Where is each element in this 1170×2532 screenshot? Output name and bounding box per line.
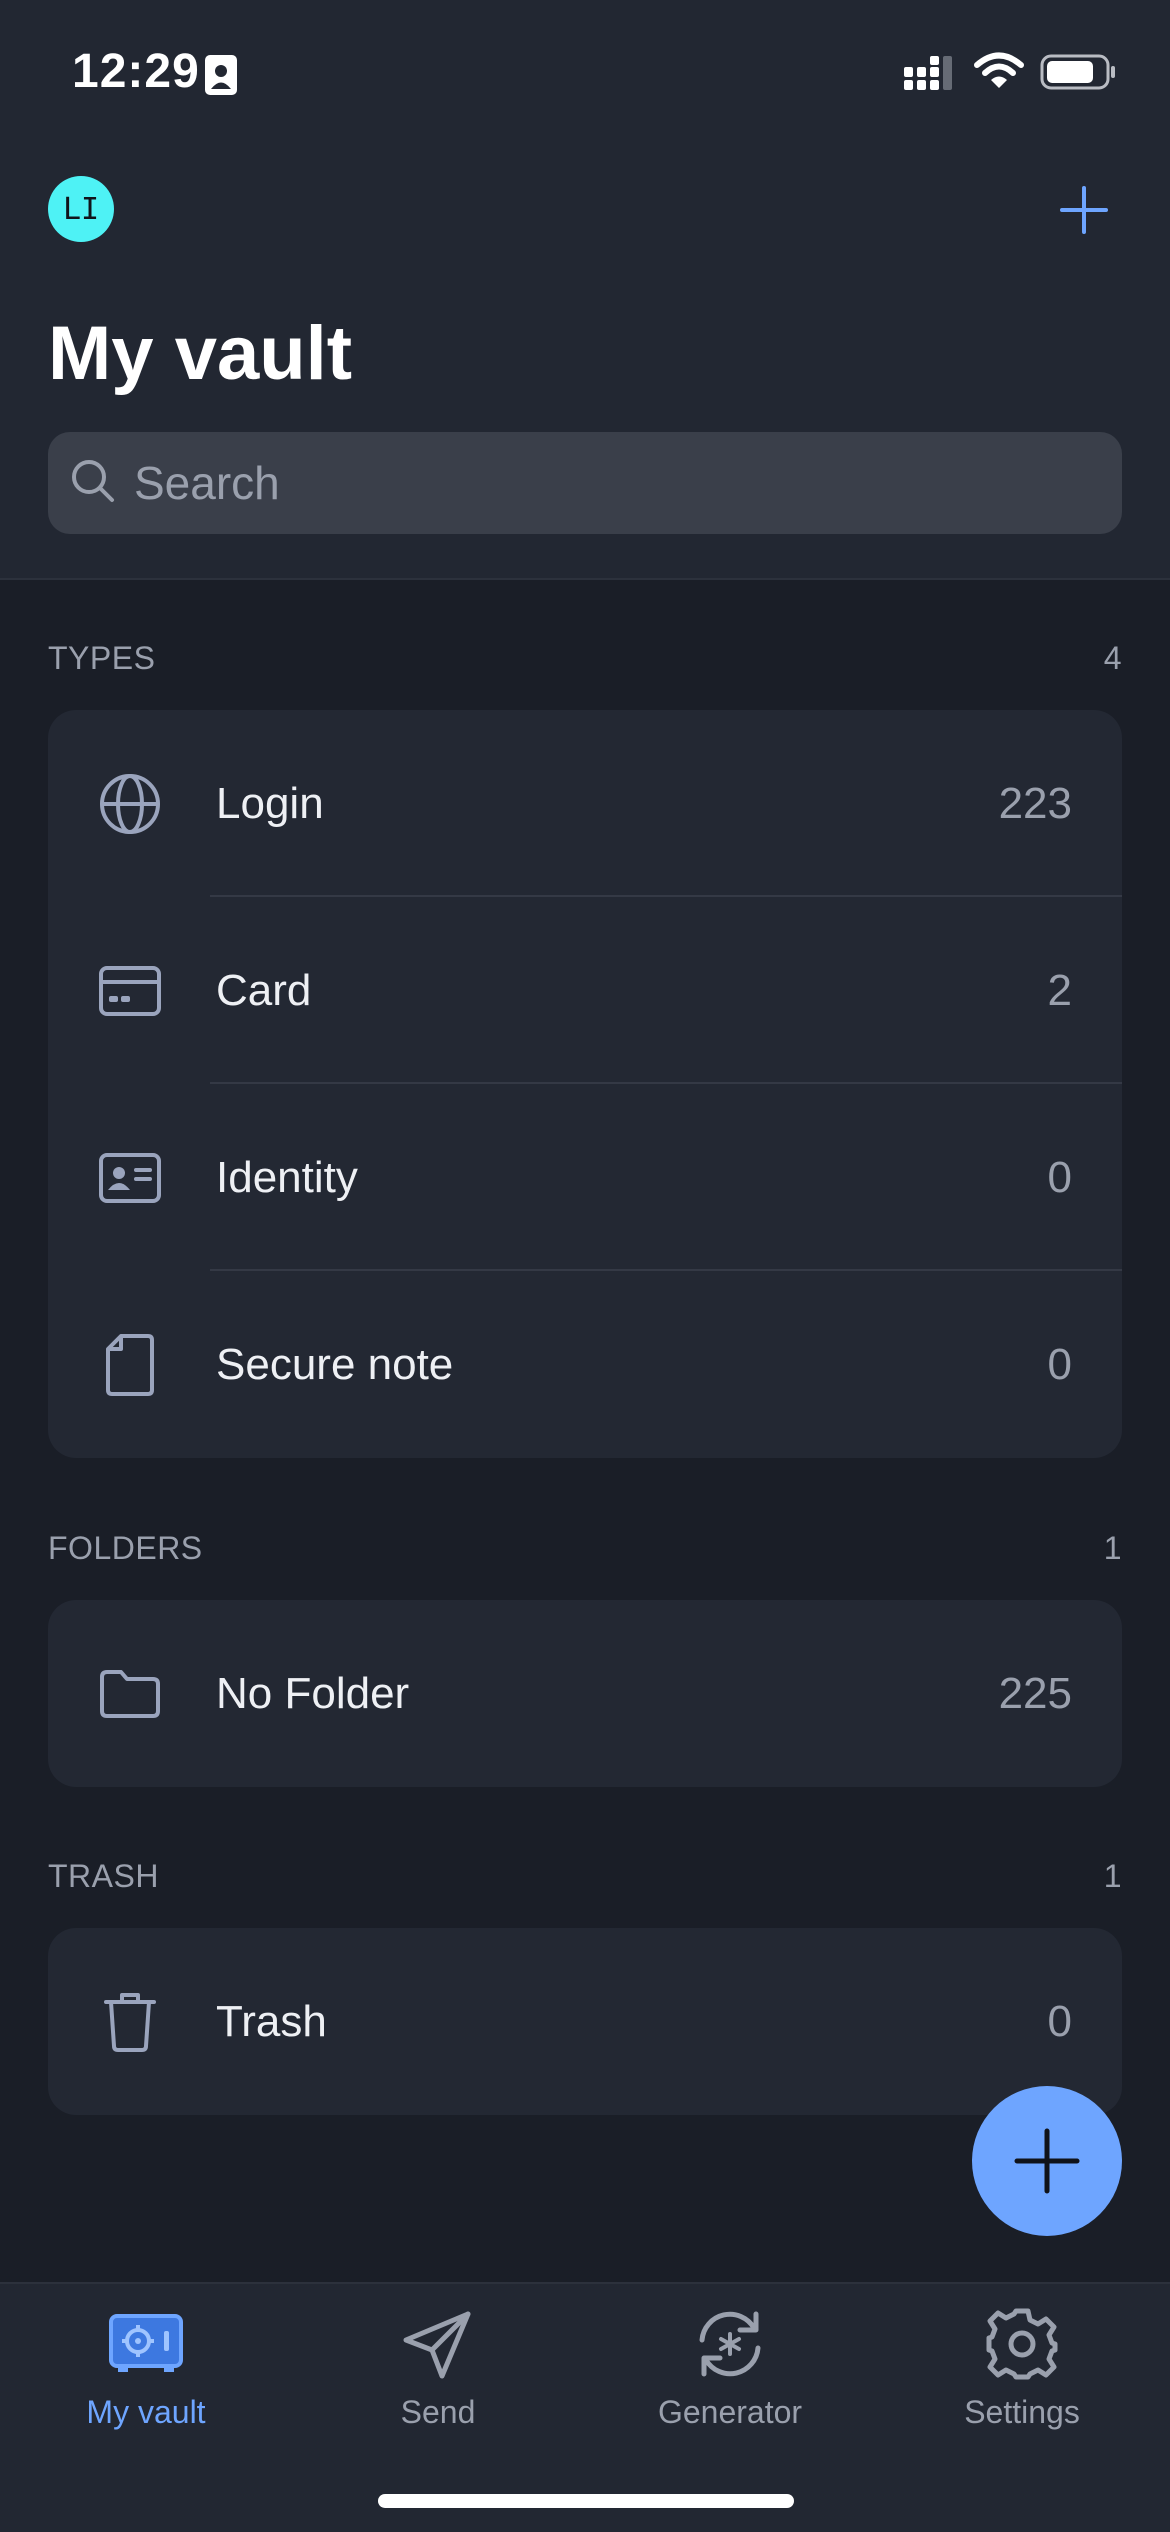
tab-label: My vault <box>86 2394 206 2430</box>
section-label: TRASH <box>48 1858 159 1894</box>
folder-icon <box>96 1660 164 1728</box>
tab-label: Settings <box>964 2394 1080 2430</box>
section-count: 4 <box>1103 640 1122 676</box>
status-bar: 12:29 <box>0 0 1170 150</box>
identity-icon <box>96 1144 164 1212</box>
tab-label: Generator <box>657 2394 803 2430</box>
gear-icon <box>982 2304 1062 2384</box>
wifi-icon <box>974 52 1024 97</box>
status-time: 12:29 <box>72 45 200 98</box>
add-item-button[interactable] <box>1056 182 1112 238</box>
note-icon <box>96 1331 164 1399</box>
search-icon <box>68 456 118 511</box>
home-indicator[interactable] <box>378 2494 794 2508</box>
list-item-label: No Folder <box>216 1668 410 1718</box>
list-item-count: 0 <box>1047 1996 1072 2046</box>
list-item-count: 225 <box>998 1668 1072 1718</box>
list-item-label: Secure note <box>216 1339 454 1389</box>
contact-card-icon <box>204 54 238 101</box>
page-title: My vault <box>48 311 353 396</box>
card-icon <box>96 957 164 1025</box>
list-item-no-folder[interactable]: No Folder 225 <box>48 1600 1122 1787</box>
trash-icon <box>96 1988 164 2056</box>
search-bar[interactable] <box>48 432 1122 534</box>
section-label: TYPES <box>48 640 156 676</box>
list-item-count: 2 <box>1047 965 1072 1015</box>
tab-settings[interactable]: Settings <box>876 2304 1168 2454</box>
list-item-label: Trash <box>216 1996 327 2046</box>
types-card: Login 223 Card 2 Identity 0 Secure note … <box>48 710 1122 1458</box>
add-item-fab[interactable] <box>972 2086 1122 2236</box>
list-item-count: 0 <box>1047 1339 1072 1389</box>
battery-icon <box>1040 54 1116 95</box>
search-input[interactable] <box>134 456 1034 510</box>
vault-header: 12:29 LI My vault Search <box>0 0 1170 580</box>
list-item-login[interactable]: Login 223 <box>48 710 1122 897</box>
account-avatar[interactable]: LI <box>48 176 114 242</box>
list-item-count: 223 <box>998 778 1072 828</box>
list-item-label: Identity <box>216 1152 358 1202</box>
trash-card: Trash 0 <box>48 1928 1122 2115</box>
types-section-header: TYPES 4 <box>48 640 1122 677</box>
section-label: FOLDERS <box>48 1530 203 1566</box>
generator-icon <box>690 2304 770 2384</box>
tab-label: Send <box>400 2394 476 2430</box>
folders-section-header: FOLDERS 1 <box>48 1530 1122 1567</box>
send-icon <box>398 2304 478 2384</box>
list-item-label: Login <box>216 778 324 828</box>
cellular-signal-icon <box>904 56 958 97</box>
plus-icon <box>1014 2128 1080 2194</box>
tab-send[interactable]: Send <box>292 2304 584 2454</box>
list-item-label: Card <box>216 965 312 1015</box>
tab-generator[interactable]: Generator <box>584 2304 876 2454</box>
globe-icon <box>96 770 164 838</box>
plus-icon <box>1060 186 1108 234</box>
list-item-card[interactable]: Card 2 <box>48 897 1122 1084</box>
folders-card: No Folder 225 <box>48 1600 1122 1787</box>
trash-section-header: TRASH 1 <box>48 1858 1122 1895</box>
section-count: 1 <box>1103 1530 1122 1566</box>
vault-icon <box>106 2304 186 2384</box>
list-item-identity[interactable]: Identity 0 <box>48 1084 1122 1271</box>
section-count: 1 <box>1103 1858 1122 1894</box>
list-item-count: 0 <box>1047 1152 1072 1202</box>
list-item-secure-note[interactable]: Secure note 0 <box>48 1271 1122 1458</box>
tab-my-vault[interactable]: My vault <box>0 2304 292 2454</box>
list-item-trash[interactable]: Trash 0 <box>48 1928 1122 2115</box>
